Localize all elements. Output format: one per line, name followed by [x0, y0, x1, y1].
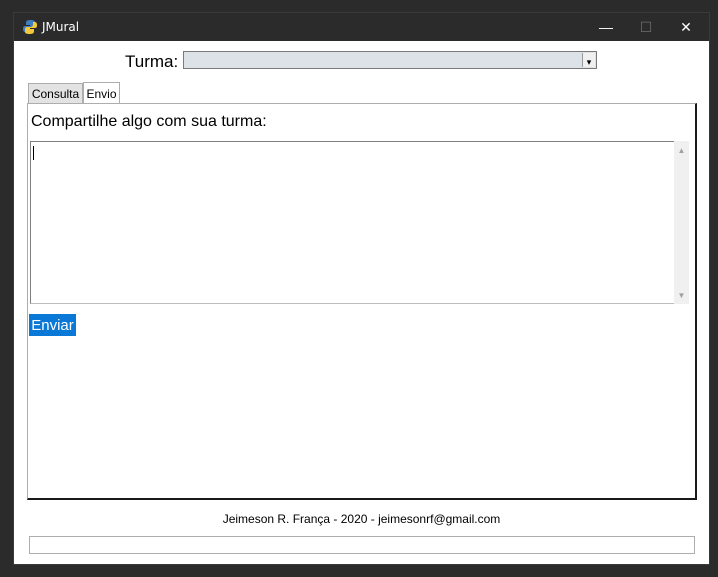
app-window: JMural — ☐ ✕ Turma: ▾ Consulta Envio Com…: [14, 13, 709, 564]
status-bar: [29, 536, 695, 554]
close-button[interactable]: ✕: [666, 13, 706, 41]
dropdown-arrow-icon[interactable]: ▾: [582, 53, 595, 67]
close-icon: ✕: [680, 18, 692, 35]
footer-credit: Jeimeson R. França - 2020 - jeimesonrf@g…: [222, 512, 501, 526]
window-title: JMural: [42, 20, 80, 34]
minimize-button[interactable]: —: [586, 13, 626, 41]
main-content: Turma: ▾ Consulta Envio Compartilhe algo…: [14, 41, 709, 564]
maximize-icon: ☐: [639, 18, 653, 35]
textarea-scrollbar[interactable]: ▲ ▼: [674, 141, 689, 304]
message-textarea[interactable]: [30, 141, 675, 304]
minimize-icon: —: [599, 19, 613, 35]
tab-envio-label: Envio: [86, 86, 117, 101]
maximize-button[interactable]: ☐: [626, 13, 666, 41]
python-icon: [22, 19, 38, 35]
share-prompt: Compartilhe algo com sua turma:: [31, 113, 267, 130]
tab-consulta[interactable]: Consulta: [28, 83, 83, 103]
scroll-down-icon[interactable]: ▼: [674, 288, 689, 302]
send-button[interactable]: Enviar: [29, 314, 76, 336]
text-caret: [33, 146, 34, 160]
turma-label: Turma:: [125, 52, 179, 71]
title-bar[interactable]: JMural — ☐ ✕: [14, 13, 709, 41]
scroll-up-icon[interactable]: ▲: [674, 143, 689, 157]
turma-select[interactable]: ▾: [183, 51, 597, 69]
tab-envio[interactable]: Envio: [83, 82, 120, 104]
tab-consulta-label: Consulta: [31, 86, 80, 101]
